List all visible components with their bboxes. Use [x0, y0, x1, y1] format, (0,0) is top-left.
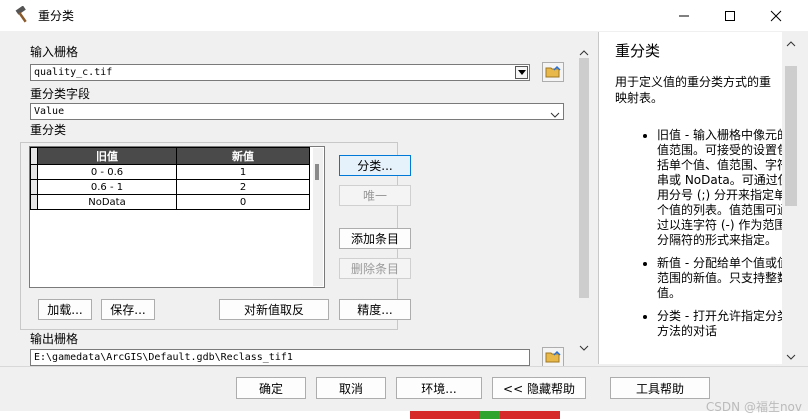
help-list: 旧值 - 输入栅格中像元的值范围。可接受的设置包括单个值、值范围、字符串或 No…	[639, 128, 783, 347]
chevron-down-icon	[550, 108, 560, 123]
row-header[interactable]	[30, 164, 38, 180]
table-row[interactable]: 0.6 - 1 2	[30, 179, 310, 195]
main-scroll-thumb[interactable]	[579, 58, 589, 298]
reclass-field-label: 重分类字段	[30, 87, 91, 101]
table-row[interactable]: 0 - 0.6 1	[30, 164, 310, 180]
table-row[interactable]: NoData 0	[30, 194, 310, 210]
new-value-cell[interactable]: 1	[176, 164, 310, 180]
chevron-down-icon	[517, 69, 526, 75]
ok-button[interactable]: 确定	[236, 377, 306, 399]
help-intro: 用于定义值的重分类方式的重映射表。	[615, 75, 772, 105]
maximize-button[interactable]	[708, 0, 752, 31]
scroll-thumb[interactable]	[315, 164, 319, 180]
input-raster-label: 输入栅格	[30, 45, 79, 59]
table-scrollbar[interactable]	[313, 148, 323, 286]
input-raster-value: quality_c.tif	[34, 67, 113, 78]
output-raster-label: 输出栅格	[30, 332, 79, 346]
browse-input-button[interactable]	[542, 62, 564, 82]
help-item-new-value: 新值 - 分配给单个值或值范围的新值。只支持整数值。	[657, 256, 783, 301]
cancel-button[interactable]: 取消	[316, 377, 386, 399]
old-value-cell[interactable]: NoData	[37, 194, 177, 210]
row-header[interactable]	[30, 194, 38, 210]
help-panel: 重分类 用于定义值的重分类方式的重映射表。 旧值 - 输入栅格中像元的值范围。可…	[598, 32, 783, 364]
add-entry-button[interactable]: 添加条目	[339, 228, 411, 249]
help-item-classify: 分类 - 打开允许指定分类方法的对话	[657, 309, 783, 339]
reclass-label: 重分类	[30, 123, 67, 137]
unique-button[interactable]: 唯一	[339, 185, 411, 206]
tool-help-button[interactable]: 工具帮助	[610, 377, 710, 399]
dropdown-button[interactable]	[515, 66, 528, 79]
background-fragment	[0, 411, 808, 419]
row-header[interactable]	[30, 179, 38, 195]
chevron-down-icon[interactable]	[786, 350, 796, 364]
chevron-down-icon[interactable]	[579, 341, 589, 355]
help-item-old-value: 旧值 - 输入栅格中像元的值范围。可接受的设置包括单个值、值范围、字符串或 No…	[657, 128, 783, 248]
save-button[interactable]: 保存...	[101, 299, 155, 320]
old-value-cell[interactable]: 0 - 0.6	[37, 164, 177, 180]
close-icon	[770, 10, 782, 21]
input-raster-combo[interactable]: quality_c.tif	[30, 64, 530, 81]
minimize-button[interactable]	[662, 0, 706, 31]
chevron-up-icon[interactable]	[786, 37, 796, 51]
new-value-cell[interactable]: 0	[176, 194, 310, 210]
environments-button[interactable]: 环境...	[396, 377, 482, 399]
help-title: 重分类	[615, 42, 661, 60]
old-value-cell[interactable]: 0.6 - 1	[37, 179, 177, 195]
reverse-new-values-button[interactable]: 对新值取反	[219, 299, 329, 320]
help-scroll-thumb[interactable]	[785, 66, 797, 206]
row-header	[30, 147, 38, 165]
close-button[interactable]	[754, 0, 798, 31]
reclass-field-value: Value	[34, 106, 65, 117]
column-header-old[interactable]: 旧值	[37, 147, 177, 165]
browse-output-button[interactable]	[542, 347, 564, 367]
output-raster-input[interactable]: E:\gamedata\ArcGIS\Default.gdb\Reclass_t…	[30, 349, 530, 366]
column-header-new[interactable]: 新值	[176, 147, 310, 165]
precision-button[interactable]: 精度...	[339, 299, 411, 320]
load-button[interactable]: 加载...	[38, 299, 92, 320]
new-value-cell[interactable]: 2	[176, 179, 310, 195]
maximize-icon	[725, 10, 735, 21]
window-title: 重分类	[38, 9, 75, 23]
delete-entry-button[interactable]: 删除条目	[339, 258, 411, 279]
hide-help-button[interactable]: << 隐藏帮助	[492, 377, 586, 399]
classify-button[interactable]: 分类...	[339, 155, 411, 176]
reclass-field-select[interactable]: Value	[30, 103, 564, 120]
minimize-icon	[679, 15, 689, 16]
hammer-icon	[14, 5, 32, 24]
background-fragment	[480, 411, 500, 419]
open-folder-icon	[545, 350, 561, 363]
open-folder-icon	[545, 65, 561, 78]
remap-table[interactable]: 旧值 新值 0 - 0.6 1 0.6 - 1 2 NoData 0	[29, 146, 325, 288]
watermark: CSDN @福生nov	[705, 400, 802, 414]
